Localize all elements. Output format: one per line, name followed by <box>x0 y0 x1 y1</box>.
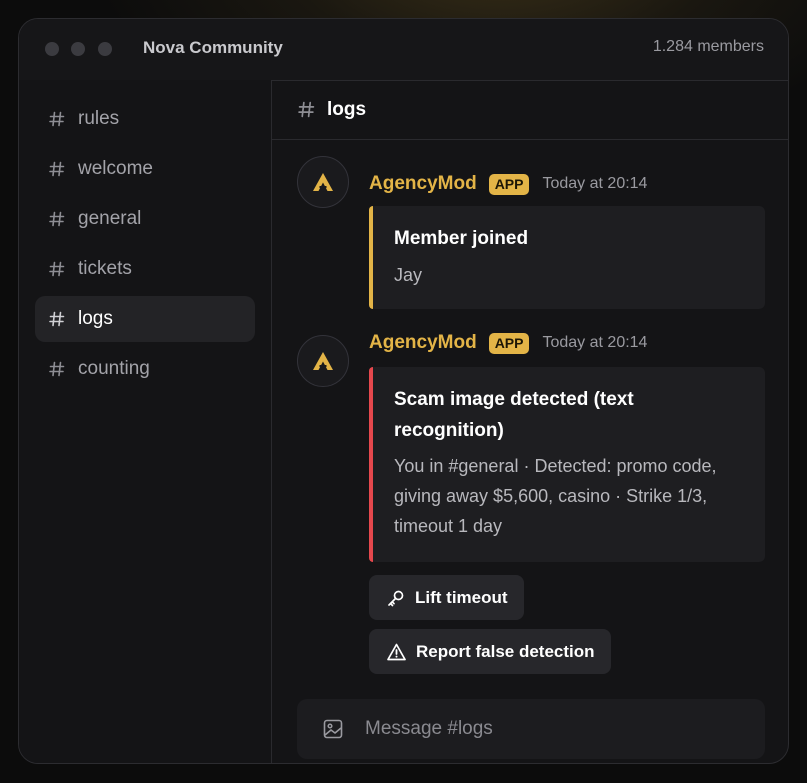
sidebar-item-label: counting <box>78 358 150 379</box>
embed-description: Jay <box>394 265 423 285</box>
sidebar-item-label: logs <box>78 308 113 329</box>
sidebar-item-logs[interactable]: logs <box>35 296 255 342</box>
button-label: Report false detection <box>416 641 595 661</box>
member-count: 1.284 members <box>652 38 764 55</box>
sidebar-item-rules[interactable]: rules <box>35 96 255 142</box>
hash-icon <box>49 111 65 127</box>
app-window: Nova Community 1.284 members rules welco… <box>18 18 789 764</box>
sidebar-item-label: tickets <box>78 258 132 279</box>
message-timestamp: Today at 20:14 <box>542 334 648 351</box>
message-author[interactable]: AgencyMod <box>369 332 477 354</box>
hash-icon <box>49 161 65 177</box>
sidebar-item-label: rules <box>78 108 120 129</box>
hash-icon <box>49 361 65 377</box>
channel-sidebar: rules welcome general tickets logs count… <box>19 80 272 763</box>
window-close-dot[interactable] <box>45 42 59 56</box>
button-label: Lift timeout <box>415 587 508 607</box>
hash-icon <box>49 211 65 227</box>
hash-icon <box>298 101 315 118</box>
embed-card: Member joined Jay <box>369 206 765 309</box>
agency-logo-icon <box>313 352 333 370</box>
message-input[interactable] <box>363 717 727 741</box>
key-icon <box>388 590 404 606</box>
sidebar-item-welcome[interactable]: welcome <box>35 146 255 192</box>
embed-description: You in #general · Detected: promo code, … <box>394 456 717 536</box>
hash-icon <box>49 261 65 277</box>
window-maximize-dot[interactable] <box>98 42 112 56</box>
message-pane: logs AgencyMod APP Today at 20:14 Member… <box>272 80 788 763</box>
message-composer <box>297 699 765 759</box>
channel-title: logs <box>327 98 367 120</box>
hash-icon <box>49 311 65 327</box>
channel-header: logs <box>272 80 788 140</box>
title-bar: Nova Community 1.284 members <box>19 19 788 81</box>
app-badge: APP <box>488 332 530 354</box>
embed-title: Member joined <box>394 228 529 249</box>
sidebar-item-label: welcome <box>78 158 153 179</box>
app-badge: APP <box>488 173 530 195</box>
message-author[interactable]: AgencyMod <box>369 173 477 195</box>
message-meta: AgencyMod APP Today at 20:14 <box>369 173 647 195</box>
avatar[interactable] <box>297 335 349 387</box>
lift-timeout-button[interactable]: Lift timeout <box>369 575 524 620</box>
warning-icon <box>387 643 406 660</box>
image-icon[interactable] <box>323 719 343 739</box>
sidebar-item-counting[interactable]: counting <box>35 346 255 392</box>
report-false-detection-button[interactable]: Report false detection <box>369 629 611 674</box>
embed-card: Scam image detected (text recognition) Y… <box>369 367 765 562</box>
avatar[interactable] <box>297 156 349 208</box>
sidebar-item-tickets[interactable]: tickets <box>35 246 255 292</box>
sidebar-item-label: general <box>78 208 142 229</box>
message-meta: AgencyMod APP Today at 20:14 <box>369 332 647 354</box>
server-title: Nova Community <box>143 38 283 57</box>
sidebar-item-general[interactable]: general <box>35 196 255 242</box>
window-minimize-dot[interactable] <box>71 42 85 56</box>
agency-logo-icon <box>313 173 333 191</box>
embed-title: Scam image detected (text recognition) <box>394 389 634 441</box>
message-timestamp: Today at 20:14 <box>542 175 648 192</box>
